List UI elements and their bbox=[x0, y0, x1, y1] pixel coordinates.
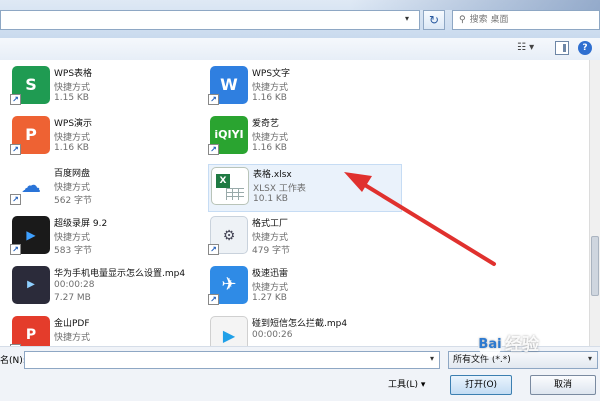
watermark-text: 经验 bbox=[505, 335, 539, 355]
filename-input[interactable] bbox=[24, 351, 440, 369]
filter-dropdown-icon[interactable]: ▾ bbox=[588, 354, 592, 363]
filename-dropdown-icon[interactable]: ▾ bbox=[430, 354, 434, 363]
filename-label: 名(N): bbox=[0, 356, 26, 366]
cancel-button[interactable]: 取消 bbox=[530, 375, 596, 395]
baidu-jingyan-watermark: Bai 经验 bbox=[478, 330, 539, 357]
open-button[interactable]: 打开(O) bbox=[450, 375, 512, 395]
baidu-paw-icon: Bai bbox=[478, 333, 502, 357]
tools-menu[interactable]: 工具(L) ▾ bbox=[388, 377, 425, 390]
